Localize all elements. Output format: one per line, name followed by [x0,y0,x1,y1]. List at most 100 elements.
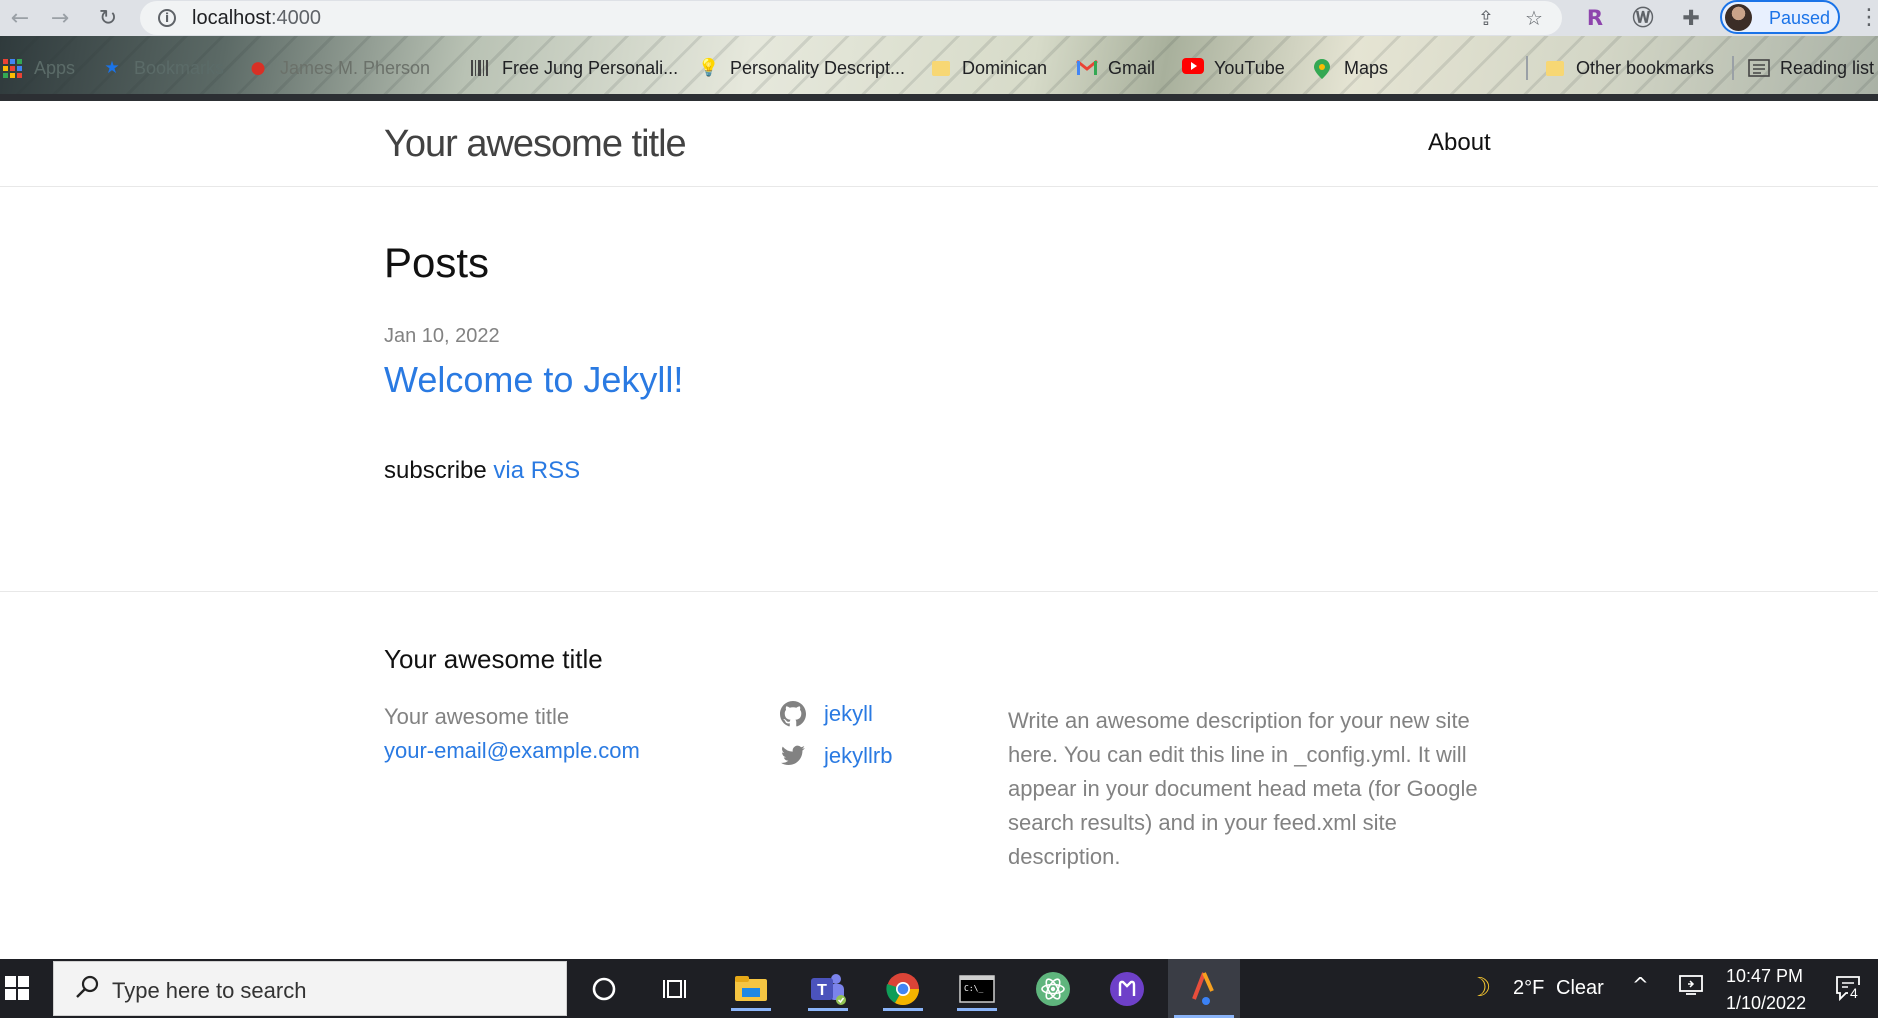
avatar [1725,4,1752,31]
rss-link[interactable]: via RSS [493,457,580,484]
bookmark-bookmarks[interactable]: ★ Bookmarks [102,54,224,82]
bookmark-reading-list[interactable]: Reading list [1748,54,1874,82]
chrome-icon[interactable] [881,967,925,1011]
twitter-social-item: jekyllrb [780,741,892,771]
running-indicator [731,1008,771,1011]
running-indicator [957,1008,997,1011]
bookmarks-divider [1732,56,1734,80]
bookmark-maps[interactable]: Maps [1312,54,1388,82]
url-host: localhost [192,7,271,29]
footer-email-link[interactable]: your-email@example.com [384,738,640,764]
notification-count: 4 [1848,985,1860,1001]
notifications-icon[interactable]: 4 [1834,973,1864,1009]
bookmark-apps[interactable]: Apps [2,54,75,82]
profile-status-label: Paused [1769,8,1831,28]
running-indicator [808,1008,848,1011]
bookmark-gmail[interactable]: Gmail [1076,54,1155,82]
twitter-icon [780,743,806,769]
github-social-item: jekyll [780,699,873,729]
github-icon [780,701,806,727]
bookmark-label: Reading list [1780,57,1875,78]
nav-about-link[interactable]: About [1428,129,1491,157]
address-bar[interactable]: i localhost:4000 ⇪ ☆ [140,1,1562,35]
bookmark-star-icon[interactable]: ☆ [1522,6,1546,30]
profile-button[interactable]: Paused [1720,0,1840,34]
lightbulb-icon: 💡 [698,58,720,78]
reading-list-icon [1748,58,1770,78]
post-date: Jan 10, 2022 [384,325,500,347]
bookmark-label: Apps [34,57,76,78]
weather-condition[interactable]: Clear [1556,977,1604,1000]
posts-heading: Posts [384,239,490,286]
bookmark-james[interactable]: ● James M. Pherson [248,54,430,82]
chrome-divider [0,94,1878,101]
tray-overflow-chevron-icon[interactable]: ^ [1632,973,1649,997]
browser-menu-icon[interactable]: ⋮ [1858,3,1878,33]
url-port: :4000 [270,7,321,29]
bookmark-dominican[interactable]: Dominican [932,54,1047,82]
cortana-icon[interactable] [582,967,626,1011]
teams-icon[interactable]: T [806,967,850,1011]
svg-text:C:\_: C:\_ [964,984,983,993]
bookmark-youtube[interactable]: YouTube [1182,54,1285,82]
bookmark-label: Bookmarks [134,57,225,78]
share-icon[interactable]: ⇪ [1474,6,1498,30]
active-app-tile[interactable] [1168,959,1240,1018]
bookmark-other[interactable]: Other bookmarks [1546,54,1714,82]
bookmark-personality[interactable]: 💡 Personality Descript... [698,54,905,82]
taskbar-clock-time[interactable]: 10:47 PM [1726,966,1803,987]
task-view-icon[interactable] [654,967,698,1011]
twitter-username-link[interactable]: jekyllrb [824,743,892,769]
bookmark-label: Maps [1344,57,1389,78]
barcode-icon [470,58,490,78]
extensions-puzzle-icon[interactable]: ✚ [1676,4,1706,32]
subscribe-prefix: subscribe [384,457,487,484]
search-icon [76,975,99,998]
site-description: Write an awesome description for your ne… [1008,708,1478,869]
footer-site-name: Your awesome title [384,704,570,729]
folder-icon [1546,60,1564,76]
bookmark-label: Other bookmarks [1576,57,1715,78]
apple-icon: ● [250,58,266,78]
star-icon: ★ [104,58,120,78]
bookmark-label: Free Jung Personali... [502,57,679,78]
reload-icon[interactable]: ↻ [94,4,122,32]
site-title-link[interactable]: Your awesome title [384,123,687,166]
bookmark-label: James M. Pherson [280,57,431,78]
bookmark-label: Personality Descript... [730,57,906,78]
atom-editor-icon[interactable] [1031,967,1075,1011]
bookmark-label: YouTube [1214,57,1285,78]
bookmark-jung[interactable]: Free Jung Personali... [470,54,678,82]
site-footer: Your awesome title Your awesome title yo… [0,591,1878,959]
github-username-link[interactable]: jekyll [824,701,873,727]
forward-arrow-icon[interactable]: → [46,4,74,32]
site-header: Your awesome title About [0,101,1878,187]
windows-logo-icon [5,976,29,1000]
svg-text:T: T [817,982,827,999]
gmail-icon [1076,58,1098,78]
extension-r-icon[interactable]: R [1580,4,1610,32]
git-gui-icon [1192,972,1214,1005]
apps-grid-icon [2,58,22,78]
back-arrow-icon[interactable]: ← [6,4,34,32]
youtube-icon [1182,58,1204,78]
running-indicator [883,1008,923,1011]
footer-heading: Your awesome title [384,644,603,674]
url-text[interactable]: localhost:4000 [192,7,321,30]
bookmark-label: Dominican [962,57,1048,78]
weather-temperature[interactable]: 2°F [1513,977,1544,1000]
post-title-link[interactable]: Welcome to Jekyll! [384,359,683,401]
web-page: Your awesome title About Posts Jan 10, 2… [0,101,1878,959]
bookmarks-bar: Apps ★ Bookmarks ● James M. Pherson Free… [0,36,1878,94]
github-desktop-icon[interactable] [1105,967,1149,1011]
network-display-icon[interactable] [1678,972,1704,1004]
taskbar-clock-date[interactable]: 1/10/2022 [1726,993,1806,1014]
file-explorer-icon[interactable] [729,967,773,1011]
site-info-icon[interactable]: i [158,9,176,27]
terminal-icon[interactable]: C:\_ [955,967,999,1011]
windows-taskbar: Type here to search T C:\_ ☽ 2°F Clear ^… [0,959,1878,1018]
weather-moon-icon[interactable]: ☽ [1468,973,1491,1003]
extension-w-icon[interactable]: Ⓦ [1628,4,1658,32]
start-button[interactable] [0,959,52,1018]
taskbar-search-box[interactable]: Type here to search [53,961,567,1016]
